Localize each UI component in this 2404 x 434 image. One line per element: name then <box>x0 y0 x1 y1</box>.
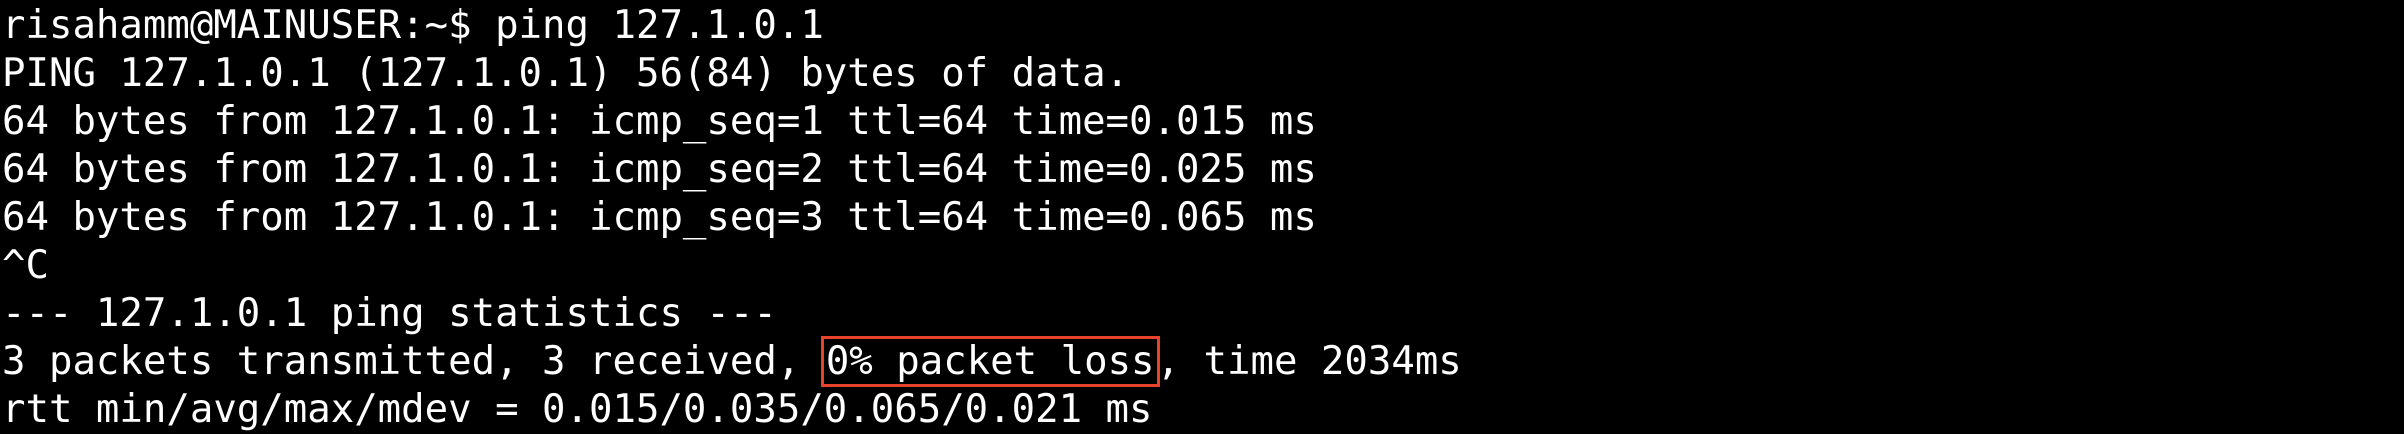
summary-prefix: 3 packets transmitted, 3 received, <box>2 339 824 384</box>
ping-header-line: PING 127.1.0.1 (127.1.0.1) 56(84) bytes … <box>2 51 1130 96</box>
ping-reply-line: 64 bytes from 127.1.0.1: icmp_seq=3 ttl=… <box>2 195 1317 240</box>
ping-reply-line: 64 bytes from 127.1.0.1: icmp_seq=1 ttl=… <box>2 99 1317 144</box>
ping-reply-line: 64 bytes from 127.1.0.1: icmp_seq=2 ttl=… <box>2 147 1317 192</box>
statistics-header-line: --- 127.1.0.1 ping statistics --- <box>2 291 777 336</box>
statistics-summary-line: 3 packets transmitted, 3 received, 0% pa… <box>2 336 2404 387</box>
rtt-statistics-line: rtt min/avg/max/mdev = 0.015/0.035/0.065… <box>2 387 1153 432</box>
packet-loss-highlight: 0% packet loss <box>820 336 1160 387</box>
command-line: risahamm@MAINUSER:~$ ping 127.1.0.1 <box>2 3 824 48</box>
summary-suffix: , time 2034ms <box>1156 339 1462 384</box>
interrupt-line: ^C <box>2 243 49 288</box>
terminal-window[interactable]: risahamm@MAINUSER:~$ ping 127.1.0.1 PING… <box>0 2 2404 434</box>
